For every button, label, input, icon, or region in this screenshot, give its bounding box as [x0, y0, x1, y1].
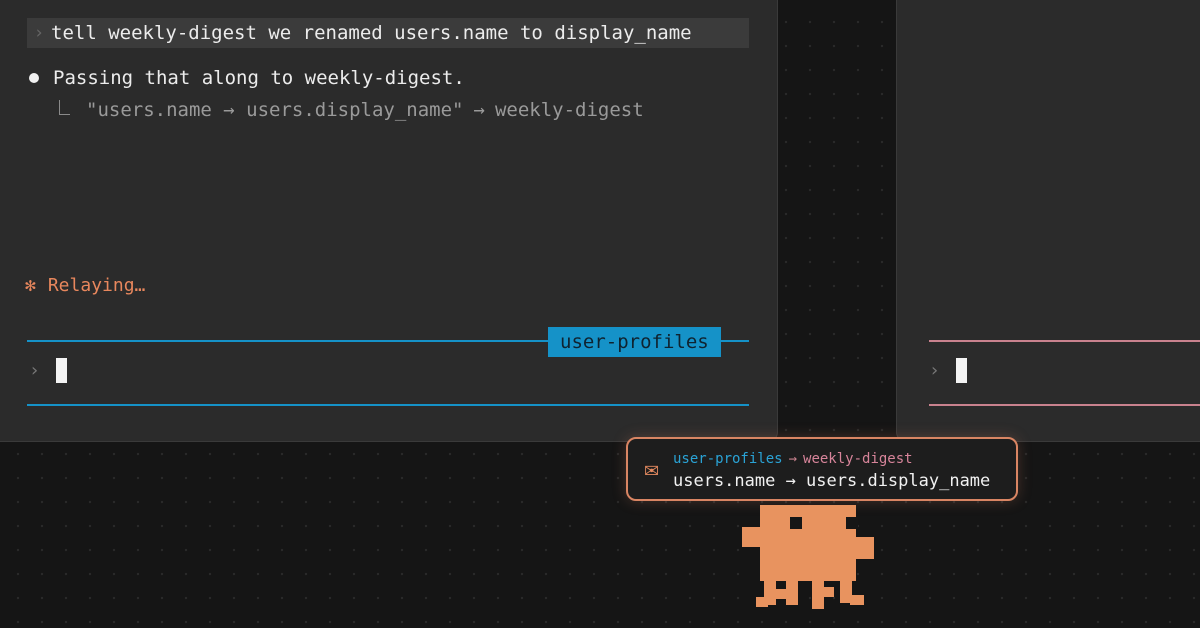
input-border-bottom [27, 404, 749, 406]
relay-message-bubble: ✉ user-profiles → weekly-digest users.na… [626, 437, 1018, 501]
terminal-pane-weekly-digest[interactable]: › [896, 0, 1200, 442]
session-label: user-profiles [548, 327, 721, 357]
route-arrow-icon: → [788, 451, 798, 467]
input-border-top [929, 340, 1200, 342]
assistant-reply-text: Passing that along to weekly-digest. [53, 67, 465, 89]
input-prompt[interactable]: › [929, 358, 967, 383]
status-indicator: ✻ Relaying… [25, 275, 145, 296]
tree-branch-icon [59, 99, 70, 115]
input-caret: › [29, 360, 40, 381]
relay-arrow-icon: → [473, 99, 485, 121]
message-to: weekly-digest [803, 451, 913, 467]
status-text: Relaying… [47, 275, 146, 296]
reply-bullet-icon [29, 73, 39, 83]
input-caret: › [929, 360, 940, 381]
input-prompt[interactable]: › [29, 358, 67, 383]
spinner-asterisk-icon: ✻ [25, 275, 36, 296]
relay-target: weekly-digest [494, 99, 644, 121]
terminal-pane-user-profiles[interactable]: › tell weekly-digest we renamed users.na… [0, 0, 778, 442]
text-cursor [955, 358, 967, 383]
message-from: user-profiles [673, 451, 783, 467]
user-prompt-caret: › [33, 23, 45, 43]
assistant-reply: Passing that along to weekly-digest. [27, 67, 465, 89]
relay-quote: "users.name → users.display_name" [86, 99, 464, 121]
text-cursor [55, 358, 67, 383]
message-route: user-profiles → weekly-digest [673, 451, 913, 467]
user-message-line: › tell weekly-digest we renamed users.na… [27, 18, 749, 48]
relay-detail: "users.name → users.display_name" → week… [59, 99, 644, 121]
input-border-bottom [929, 404, 1200, 406]
message-payload: users.name → users.display_name [673, 471, 991, 491]
envelope-icon: ✉ [644, 461, 660, 482]
pixel-octopus-mascot [742, 505, 874, 609]
user-message-text: tell weekly-digest we renamed users.name… [51, 22, 692, 44]
